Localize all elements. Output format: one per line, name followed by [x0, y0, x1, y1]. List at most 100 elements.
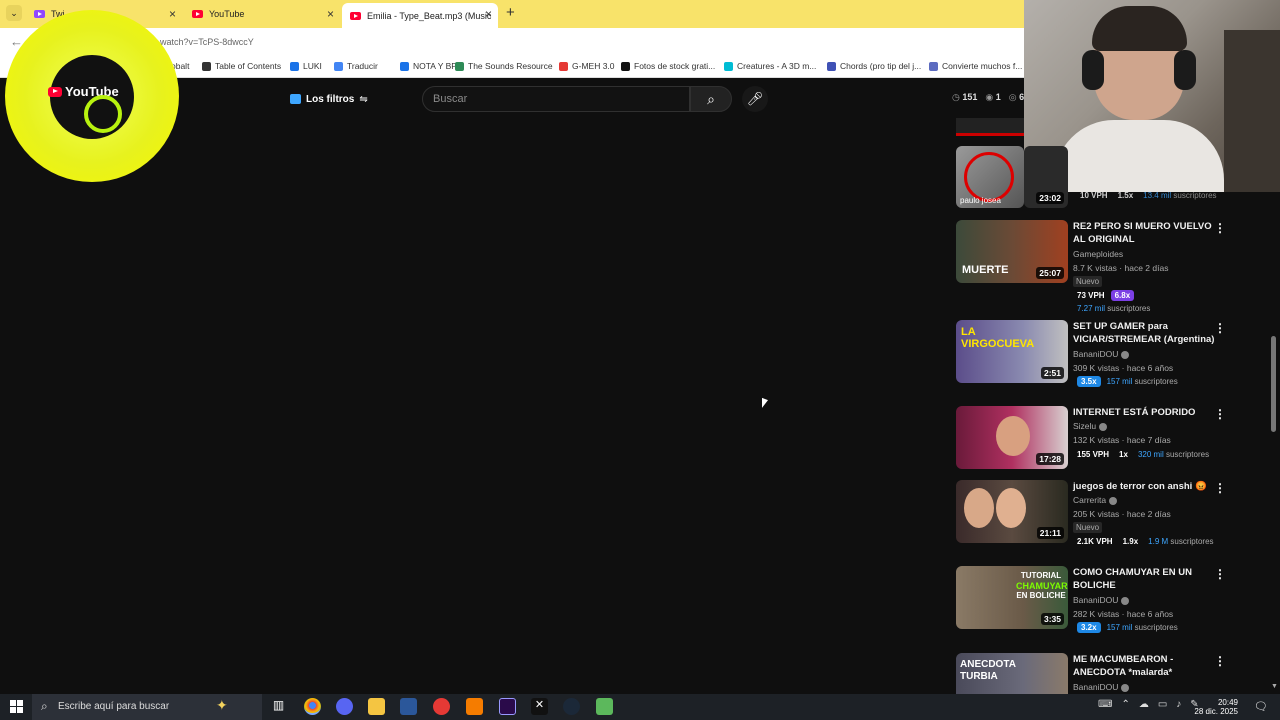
- thumbnail-face: [996, 488, 1026, 528]
- search-icon: ⌕: [41, 699, 48, 713]
- multiplier-badge: 1.5x: [1117, 191, 1134, 200]
- video-thumbnail[interactable]: MUERTE 25:07: [956, 220, 1068, 283]
- more-options-icon[interactable]: ⋮: [1214, 654, 1226, 668]
- clock[interactable]: 20:49 28 dic. 2025: [1194, 698, 1238, 716]
- video-duration: 23:02: [1036, 192, 1064, 204]
- video-duration: 21:11: [1036, 527, 1064, 539]
- video-title[interactable]: INTERNET ESTÁ PODRIDO: [1073, 406, 1223, 419]
- tab-youtube[interactable]: YouTube ×: [184, 3, 340, 25]
- search-button[interactable]: ⌕: [690, 86, 732, 112]
- video-thumbnail[interactable]: TUTORIAL CHAMUYAR EN BOLICHE 3:35: [956, 566, 1068, 629]
- video-thumbnail[interactable]: paulo josea: [956, 146, 1024, 208]
- bookmark-label: G-MEH 3.0: [572, 61, 615, 71]
- bookmark-item[interactable]: LUKI: [290, 61, 322, 71]
- app-red-circle-icon[interactable]: [433, 698, 450, 715]
- multiplier-badge: 3.2x: [1077, 622, 1101, 633]
- url-field[interactable]: watch?v=TcPS-8dwccY: [160, 37, 254, 47]
- network-icon[interactable]: ▭: [1158, 699, 1167, 710]
- bookmark-item[interactable]: Chords (pro tip del j...: [827, 61, 921, 71]
- word-icon[interactable]: [400, 698, 417, 715]
- video-meta: 8.7 K vistas · hace 2 días: [1073, 263, 1169, 273]
- multiplier-badge: 6.8x: [1110, 290, 1135, 301]
- video-title[interactable]: juegos de terror con anshi 😡: [1073, 480, 1223, 493]
- more-options-icon[interactable]: ⋮: [1214, 567, 1226, 581]
- partial-thumbnail[interactable]: [956, 118, 1024, 136]
- close-tab-icon[interactable]: ×: [327, 7, 334, 21]
- extension-stats: ◷ 151 ◉ 1 ◎ 6: [952, 92, 1024, 103]
- fl-studio-icon[interactable]: [466, 698, 483, 715]
- filters-button[interactable]: Los filtros ⇋: [284, 88, 368, 110]
- thumbnail-text: ANECDOTA TURBIA: [960, 659, 1016, 682]
- channel-name[interactable]: BananiDOU: [1073, 349, 1130, 359]
- task-view-icon[interactable]: ▥: [270, 698, 287, 715]
- discord-icon[interactable]: [336, 698, 353, 715]
- start-button[interactable]: [10, 700, 23, 713]
- keyboard-icon[interactable]: ⌨: [1098, 699, 1112, 710]
- bookmark-label: Chords (pro tip del j...: [840, 61, 922, 71]
- scroll-down-arrow-icon[interactable]: ▼: [1271, 683, 1278, 690]
- bookmark-favicon-icon: [334, 61, 343, 71]
- capcut-icon[interactable]: ✕: [531, 698, 548, 715]
- volume-icon[interactable]: ♪: [1176, 699, 1181, 710]
- channel-name[interactable]: BananiDOU: [1073, 595, 1130, 605]
- video-thumbnail[interactable]: 21:11: [956, 480, 1068, 543]
- notifications-icon[interactable]: 🗨︎: [1254, 700, 1268, 713]
- tab-label: YouTube: [209, 9, 245, 19]
- minecraft-icon[interactable]: [596, 698, 613, 715]
- video-thumbnail[interactable]: 17:28: [956, 406, 1068, 469]
- search-input[interactable]: Buscar: [422, 86, 690, 112]
- bookmark-item[interactable]: Convierte muchos f...: [929, 61, 1022, 71]
- premiere-icon[interactable]: [499, 698, 516, 715]
- video-title[interactable]: RE2 PERO SI MUERO VUELVO AL ORIGINAL: [1073, 220, 1223, 246]
- more-options-icon[interactable]: ⋮: [1214, 481, 1226, 495]
- bookmark-favicon-icon: [290, 61, 299, 71]
- search-icon: ⌕: [707, 91, 715, 107]
- bookmark-item[interactable]: G-MEH 3.0: [559, 61, 615, 71]
- bookmark-favicon-icon: [929, 61, 938, 71]
- video-thumbnail-right[interactable]: 23:02: [1024, 146, 1068, 208]
- vph-badge: 10 VPH: [1080, 191, 1108, 200]
- bookmark-item[interactable]: Fotos de stock grati...: [621, 61, 715, 71]
- more-options-icon[interactable]: ⋮: [1214, 321, 1226, 335]
- bookmark-item[interactable]: Table of Contents: [202, 61, 281, 71]
- subscribers-label: 13.4 mil suscriptores: [1143, 191, 1217, 200]
- channel-name[interactable]: Gameploides: [1073, 249, 1123, 259]
- chevron-up-icon[interactable]: ⌃: [1121, 699, 1129, 710]
- chrome-icon[interactable]: [304, 698, 321, 715]
- video-title[interactable]: ME MACUMBEARON - ANECDOTA *malarda*: [1073, 653, 1223, 679]
- more-options-icon[interactable]: ⋮: [1214, 407, 1226, 421]
- copilot-sparkle-icon: ✦: [216, 697, 228, 713]
- video-thumbnail[interactable]: LA VIRGOCUEVA 2:51: [956, 320, 1068, 383]
- file-explorer-icon[interactable]: [368, 698, 385, 715]
- video-stats-row: 155 VPH 1x 320 mil suscriptores: [1077, 449, 1209, 460]
- channel-name[interactable]: Sizelu: [1073, 421, 1108, 431]
- video-meta: 309 K vistas · hace 6 años: [1073, 363, 1174, 373]
- thumbnail-text: LA VIRGOCUEVA: [961, 326, 1035, 350]
- video-title[interactable]: SET UP GAMER para VICIAR/STREMEAR (Argen…: [1073, 320, 1223, 346]
- taskbar-search-box[interactable]: ⌕ Escribe aquí para buscar ✦: [32, 694, 262, 720]
- bookmark-item[interactable]: The Sounds Resource: [455, 61, 553, 71]
- close-tab-icon[interactable]: ×: [485, 7, 492, 21]
- bookmark-favicon-icon: [400, 61, 409, 71]
- channel-name[interactable]: Carrerita: [1073, 495, 1118, 505]
- bookmark-item[interactable]: Traducir: [334, 61, 378, 71]
- filters-label: Los filtros: [306, 93, 355, 105]
- bookmark-favicon-icon: [202, 61, 211, 71]
- onedrive-icon[interactable]: ☁: [1139, 699, 1149, 710]
- system-tray: ⌨ ⌃ ☁ ▭ ♪ ✎: [1098, 699, 1199, 710]
- clock-date: 28 dic. 2025: [1194, 707, 1238, 716]
- bookmark-item[interactable]: Creatures - A 3D m...: [724, 61, 816, 71]
- tab-search-button[interactable]: ⌄: [6, 5, 22, 21]
- new-tab-button[interactable]: +: [506, 4, 515, 21]
- channel-name[interactable]: BananiDOU: [1073, 682, 1130, 692]
- clock-time: 20:49: [1217, 698, 1238, 707]
- video-thumbnail[interactable]: ANECDOTA TURBIA: [956, 653, 1068, 696]
- voice-search-button[interactable]: 🎤︎: [742, 86, 768, 112]
- tab-emilia-active[interactable]: Emilia - Type_Beat.mp3 (Music ×: [342, 3, 498, 28]
- steam-icon[interactable]: [563, 698, 580, 715]
- sidebar-scrollbar[interactable]: [1271, 336, 1276, 432]
- more-options-icon[interactable]: ⋮: [1214, 221, 1226, 235]
- video-title[interactable]: COMO CHAMUYAR EN UN BOLICHE: [1073, 566, 1223, 592]
- bookmark-favicon-icon: [559, 61, 568, 71]
- close-tab-icon[interactable]: ×: [169, 7, 176, 21]
